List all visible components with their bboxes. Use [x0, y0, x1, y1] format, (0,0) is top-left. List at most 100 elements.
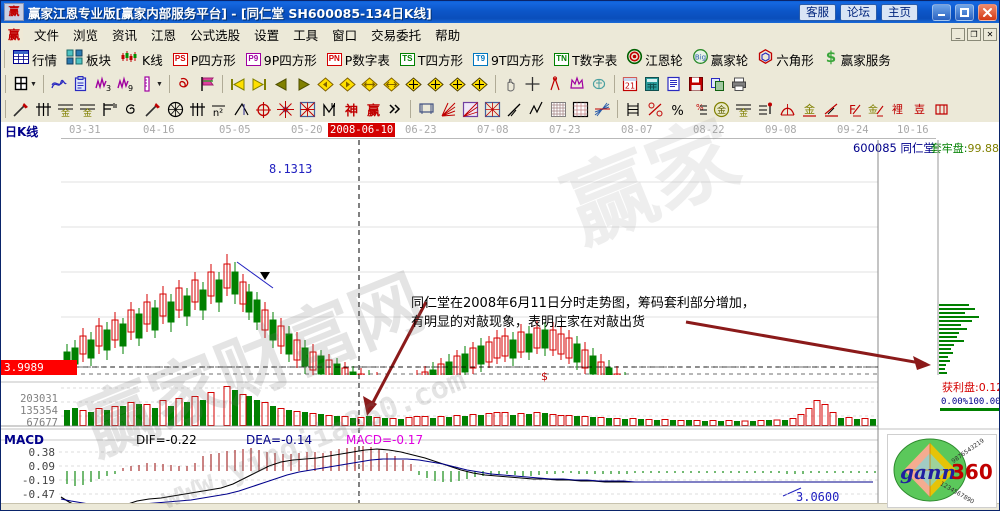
- star-target-icon[interactable]: [275, 99, 295, 119]
- fan-lines-icon[interactable]: [438, 99, 458, 119]
- menu-trade-order[interactable]: 交易委托: [364, 23, 428, 46]
- slope2-icon[interactable]: [821, 99, 841, 119]
- menu-settings[interactable]: 设置: [247, 23, 286, 46]
- brain-icon[interactable]: [589, 74, 609, 94]
- feature-t-square[interactable]: TS T四方形: [395, 50, 468, 69]
- f-grid-icon[interactable]: [99, 99, 119, 119]
- clipboard-icon[interactable]: [71, 74, 91, 94]
- flag-icon[interactable]: [197, 74, 217, 94]
- mdi-restore-button[interactable]: ❐: [967, 28, 981, 41]
- menu-news[interactable]: 资讯: [105, 23, 144, 46]
- feature-p-number-table[interactable]: PN P数字表: [322, 50, 395, 69]
- gold-bar-icon[interactable]: 金: [733, 99, 753, 119]
- knot-icon[interactable]: [175, 74, 195, 94]
- crown-icon[interactable]: [567, 74, 587, 94]
- minimize-button[interactable]: [932, 3, 951, 21]
- angle-tool-icon[interactable]: [231, 99, 251, 119]
- menu-window[interactable]: 窗口: [325, 23, 364, 46]
- gold-fan-icon[interactable]: 金: [55, 99, 75, 119]
- homepage-button[interactable]: 主页: [881, 3, 918, 21]
- pen2-icon[interactable]: [143, 99, 163, 119]
- feature-gann-wheel[interactable]: 江恩轮: [622, 48, 688, 69]
- last-page-icon[interactable]: [250, 74, 270, 94]
- maximize-button[interactable]: [955, 3, 974, 21]
- scribble-icon[interactable]: [49, 74, 69, 94]
- menu-gann[interactable]: 江恩: [144, 23, 183, 46]
- feature-kline[interactable]: K线: [116, 50, 168, 69]
- diamond-move2-icon[interactable]: [426, 74, 446, 94]
- wave9-icon[interactable]: 9: [115, 74, 135, 94]
- brush-icon[interactable]: [755, 99, 775, 119]
- diamond-move4-icon[interactable]: [470, 74, 490, 94]
- feature-winner-wheel[interactable]: Big 赢家轮: [688, 49, 754, 69]
- prev-icon[interactable]: [272, 74, 292, 94]
- menu-formula-stock-pick[interactable]: 公式选股: [183, 23, 247, 46]
- feature-quotes[interactable]: 行情: [8, 49, 62, 69]
- close-button[interactable]: [978, 3, 997, 21]
- peak-icon[interactable]: [319, 99, 339, 119]
- mdi-close-button[interactable]: ✕: [983, 28, 997, 41]
- pen-icon[interactable]: [11, 99, 31, 119]
- wave3-icon[interactable]: 3: [93, 74, 113, 94]
- forum-button[interactable]: 论坛: [840, 3, 877, 21]
- feature-winner-service[interactable]: $ 赢家服务: [819, 48, 896, 69]
- copy-icon[interactable]: [708, 74, 728, 94]
- dropdown-caret-icon[interactable]: ▼: [30, 81, 37, 88]
- calendar-icon[interactable]: 21: [620, 74, 640, 94]
- box-fan-icon[interactable]: [460, 99, 480, 119]
- channel-icon[interactable]: [416, 99, 436, 119]
- more-chevron-icon[interactable]: [385, 99, 405, 119]
- ying-icon[interactable]: 赢: [363, 99, 383, 119]
- calculator-icon[interactable]: [642, 74, 662, 94]
- shen-icon[interactable]: 神: [341, 99, 361, 119]
- spiral-icon[interactable]: [121, 99, 141, 119]
- menu-browse[interactable]: 浏览: [66, 23, 105, 46]
- feature-hexagon[interactable]: 六角形: [753, 49, 819, 69]
- mdi-minimize-button[interactable]: _: [951, 28, 965, 41]
- box-diag-icon[interactable]: [482, 99, 502, 119]
- customer-service-button[interactable]: 客服: [799, 3, 836, 21]
- layered-icon[interactable]: 裡: [887, 99, 907, 119]
- ruler-icon[interactable]: [137, 74, 157, 94]
- diamond-move3-icon[interactable]: [448, 74, 468, 94]
- tower-icon[interactable]: 壴: [909, 99, 929, 119]
- gold-fan2-icon[interactable]: 金: [77, 99, 97, 119]
- diamond-right-icon[interactable]: [338, 74, 358, 94]
- calendar-period-icon[interactable]: [11, 74, 31, 94]
- ladder-icon[interactable]: [623, 99, 643, 119]
- percent-icon[interactable]: %: [667, 99, 687, 119]
- crosshair-target-icon[interactable]: [253, 99, 273, 119]
- percent2-icon[interactable]: %: [689, 99, 709, 119]
- diamond-expand-icon[interactable]: [382, 74, 402, 94]
- four-icon[interactable]: [931, 99, 951, 119]
- f-slope-icon[interactable]: F: [843, 99, 863, 119]
- rays-icon[interactable]: [592, 99, 612, 119]
- report-icon[interactable]: [664, 74, 684, 94]
- first-page-icon[interactable]: [228, 74, 248, 94]
- zigzag-icon[interactable]: [526, 99, 546, 119]
- compass-icon[interactable]: [545, 74, 565, 94]
- save-icon[interactable]: [686, 74, 706, 94]
- gold2-icon[interactable]: 金: [799, 99, 819, 119]
- crosshair-icon[interactable]: [523, 74, 543, 94]
- next-icon[interactable]: [294, 74, 314, 94]
- gold3-icon[interactable]: 金: [865, 99, 885, 119]
- n-squared-icon[interactable]: n²: [209, 99, 229, 119]
- menu-file[interactable]: 文件: [27, 23, 66, 46]
- grid-box-icon[interactable]: [570, 99, 590, 119]
- diamond-left-icon[interactable]: [316, 74, 336, 94]
- arc-icon[interactable]: [777, 99, 797, 119]
- dropdown-caret2-icon[interactable]: ▼: [156, 81, 163, 88]
- feature-p-square[interactable]: PS P四方形: [168, 50, 241, 69]
- chart-area[interactable]: 赢家 日K线 03-31 04-16 05-05 05-20 2008-06-1…: [1, 101, 999, 510]
- feature-9p-square[interactable]: P9 9P四方形: [241, 50, 322, 69]
- comb-icon[interactable]: [33, 99, 53, 119]
- gold-circle-icon[interactable]: 金: [711, 99, 731, 119]
- diamond-move-icon[interactable]: [404, 74, 424, 94]
- circle-grid-icon[interactable]: [165, 99, 185, 119]
- comb2-icon[interactable]: [187, 99, 207, 119]
- hand-icon[interactable]: [501, 74, 521, 94]
- slope-icon[interactable]: [504, 99, 524, 119]
- menu-help[interactable]: 帮助: [428, 23, 467, 46]
- percent-red-icon[interactable]: [645, 99, 665, 119]
